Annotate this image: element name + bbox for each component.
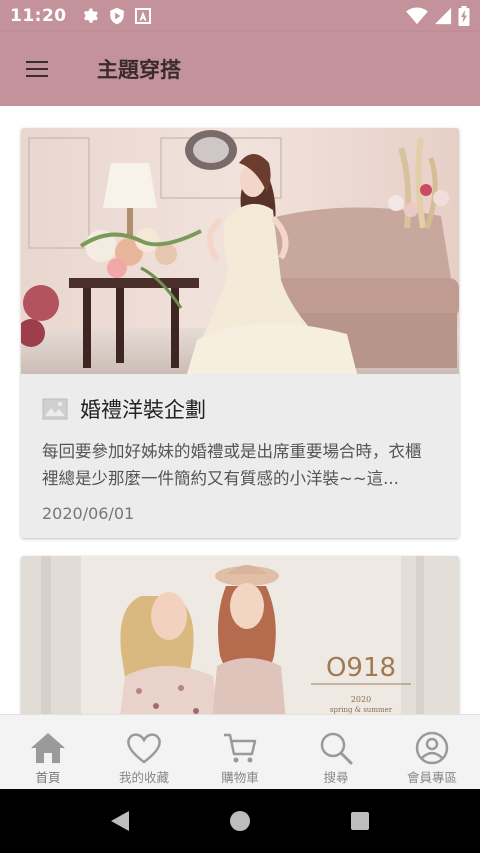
status-bar: 11:20	[0, 0, 480, 32]
nav-item-search[interactable]: 搜尋	[288, 715, 384, 790]
brand-text: O918	[326, 653, 396, 683]
nav-item-favorites[interactable]: 我的收藏	[96, 715, 192, 790]
nav-item-home[interactable]: 首頁	[0, 715, 96, 790]
bottom-navigation: 首頁 我的收藏 購物車 搜尋 會員專區	[0, 714, 480, 790]
nav-label: 搜尋	[323, 770, 349, 785]
article-image: O918 2020 spring & summer	[21, 556, 459, 714]
article-date: 2020/06/01	[42, 504, 135, 523]
wifi-icon	[406, 7, 428, 25]
app-bar: 主題穿搭	[0, 32, 480, 106]
article-title-row: 婚禮洋裝企劃	[42, 394, 459, 424]
page-title: 主題穿搭	[97, 58, 181, 82]
account-icon	[415, 731, 449, 765]
system-recents-button[interactable]	[335, 796, 385, 846]
nav-item-member[interactable]: 會員專區	[384, 715, 480, 790]
article-title: 婚禮洋裝企劃	[80, 398, 206, 422]
article-description: 每回要參加好姊妹的婚禮或是出席重要場合時，衣櫃裡總是少那麼一件簡約又有質感的小洋…	[42, 442, 422, 488]
a-notification-icon	[134, 8, 151, 24]
shield-play-icon	[109, 7, 124, 25]
nav-label: 我的收藏	[118, 770, 169, 785]
status-right-icons	[406, 6, 470, 26]
recents-icon	[351, 812, 369, 830]
nav-item-cart[interactable]: 購物車	[192, 715, 288, 790]
system-back-button[interactable]	[95, 796, 145, 846]
image-caption: spring & summer	[330, 706, 393, 714]
search-icon	[320, 732, 353, 765]
article-image	[21, 128, 459, 374]
article-list[interactable]: 婚禮洋裝企劃 每回要參加好姊妹的婚禮或是出席重要場合時，衣櫃裡總是少那麼一件簡約…	[0, 106, 480, 714]
status-time: 11:20	[10, 6, 67, 26]
back-icon	[111, 811, 129, 831]
system-navigation-bar	[0, 789, 480, 853]
nav-label: 購物車	[221, 770, 259, 785]
menu-icon	[26, 61, 48, 77]
menu-button[interactable]	[0, 32, 74, 106]
home-icon	[31, 733, 65, 763]
two-models-photo: O918 2020 spring & summer	[21, 556, 459, 714]
image-caption-year: 2020	[351, 695, 371, 704]
home-circle-icon	[230, 811, 250, 831]
cart-icon	[224, 733, 257, 763]
battery-charging-icon	[458, 6, 470, 26]
nav-label: 會員專區	[406, 770, 457, 785]
image-icon	[42, 398, 68, 420]
heart-icon	[127, 733, 161, 764]
status-left-icons	[81, 7, 151, 25]
article-card[interactable]: O918 2020 spring & summer	[21, 556, 459, 714]
woman-in-lace-dress-photo	[21, 128, 459, 374]
nav-label: 首頁	[35, 770, 61, 785]
gear-icon	[83, 8, 98, 23]
system-home-button[interactable]	[215, 796, 265, 846]
article-card[interactable]: 婚禮洋裝企劃 每回要參加好姊妹的婚禮或是出席重要場合時，衣櫃裡總是少那麼一件簡約…	[21, 128, 459, 538]
signal-icon	[434, 7, 452, 25]
